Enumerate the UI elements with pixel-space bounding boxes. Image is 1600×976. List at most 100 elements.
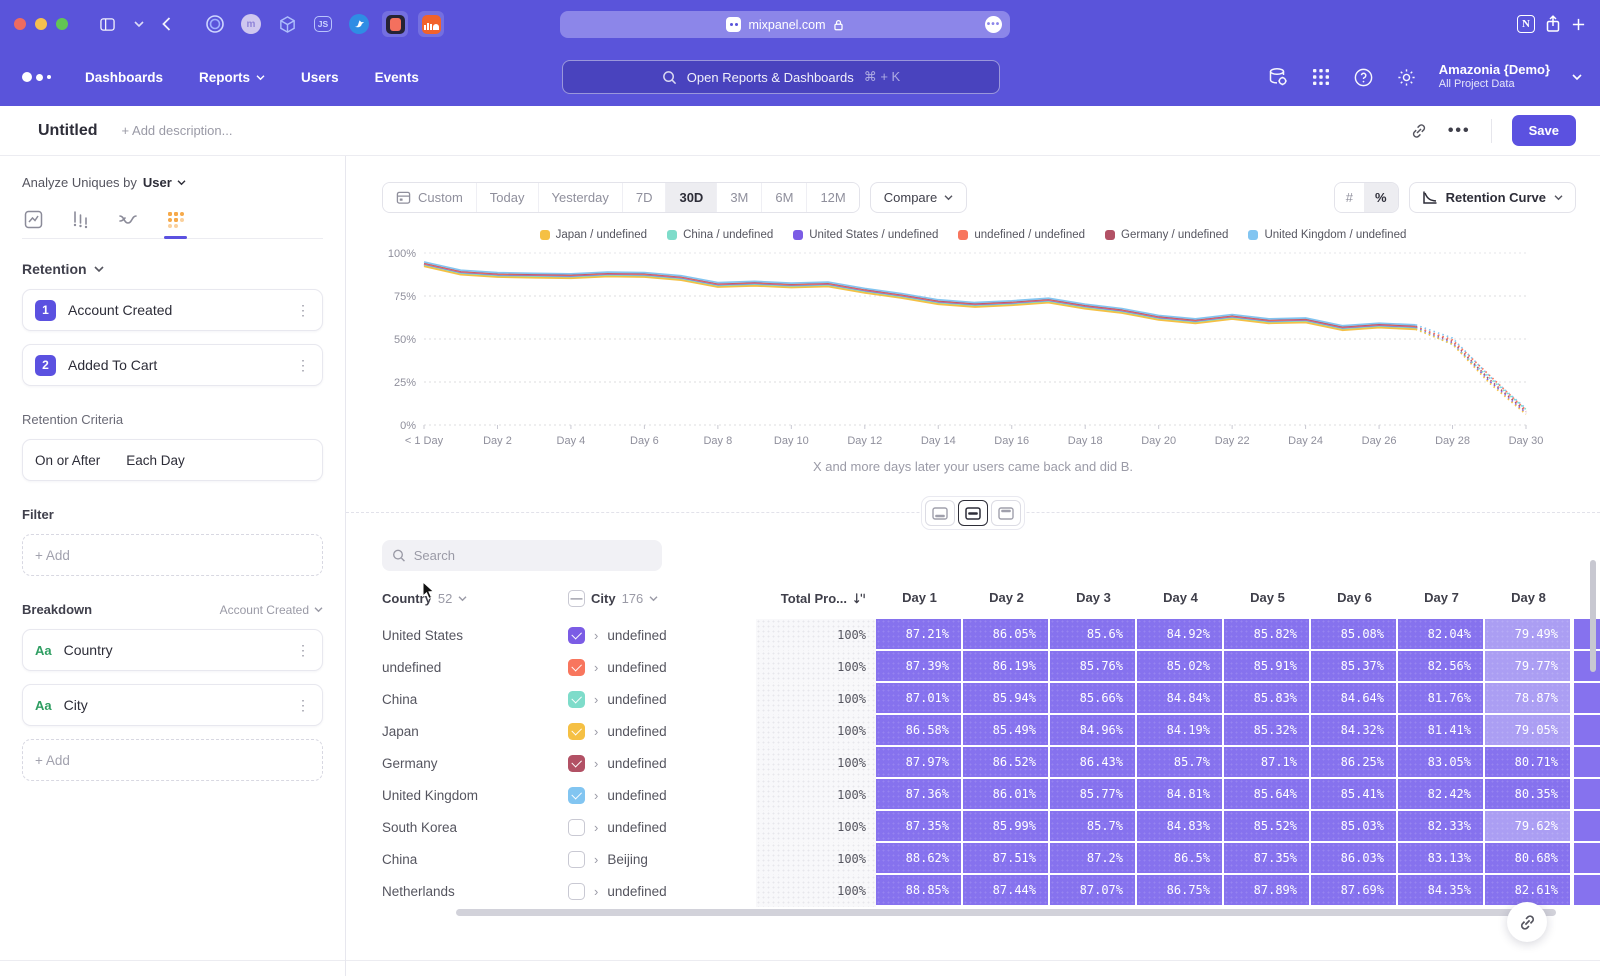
- share-icon[interactable]: [1545, 15, 1561, 33]
- layout-split-icon[interactable]: [958, 500, 988, 526]
- tab-funnels[interactable]: [71, 210, 90, 238]
- retention-value-cell[interactable]: 86.58%: [876, 715, 961, 747]
- breakdown-card-country[interactable]: Aa Country ⋮: [22, 629, 323, 671]
- retention-value-cell[interactable]: 87.44%: [963, 875, 1048, 907]
- retention-value-cell[interactable]: 85.6%: [1050, 619, 1135, 651]
- notion-extension-icon[interactable]: N: [1517, 15, 1535, 33]
- chart-type-dropdown[interactable]: Retention Curve: [1409, 182, 1576, 213]
- day-column-header[interactable]: Day 2: [963, 583, 1050, 613]
- retention-value-cell[interactable]: 85.08%: [1311, 619, 1396, 651]
- series-checkbox[interactable]: [568, 627, 585, 644]
- nav-dashboards[interactable]: Dashboards: [85, 70, 163, 85]
- analyze-entity-dropdown[interactable]: User: [143, 175, 186, 190]
- criteria-mode[interactable]: On or After: [35, 453, 100, 468]
- retention-value-cell[interactable]: 85.82%: [1224, 619, 1309, 651]
- horizontal-scrollbar[interactable]: [456, 909, 1556, 916]
- series-checkbox[interactable]: [568, 723, 585, 740]
- tab-insights[interactable]: [24, 210, 43, 238]
- retention-value-cell[interactable]: 82.04%: [1398, 619, 1483, 651]
- expand-row-icon[interactable]: ›: [594, 660, 598, 675]
- retention-value-cell[interactable]: 86.19%: [963, 651, 1048, 683]
- table-row[interactable]: South Korea›undefined100%87.35%85.99%85.…: [382, 811, 1600, 843]
- day-column-header[interactable]: Day 1: [876, 583, 963, 613]
- retention-value-cell[interactable]: 85.99%: [963, 811, 1048, 843]
- retention-value-cell[interactable]: 82.33%: [1398, 811, 1483, 843]
- expand-row-icon[interactable]: ›: [594, 692, 598, 707]
- series-checkbox[interactable]: [568, 755, 585, 772]
- nav-reports[interactable]: Reports: [199, 70, 265, 85]
- retention-value-cell[interactable]: 86.05%: [963, 619, 1048, 651]
- table-search-input[interactable]: [414, 548, 652, 563]
- range-yesterday[interactable]: Yesterday: [539, 183, 623, 212]
- mixpanel-logo-icon[interactable]: [22, 72, 51, 82]
- sidebar-toggle-icon[interactable]: [99, 17, 116, 32]
- table-row[interactable]: China›Beijing100%88.62%87.51%87.2%86.5%8…: [382, 843, 1600, 875]
- retention-value-cell[interactable]: 85.7%: [1050, 811, 1135, 843]
- day-column-header[interactable]: Day 8: [1485, 583, 1572, 613]
- apps-grid-icon[interactable]: [1311, 67, 1331, 87]
- retention-criteria-card[interactable]: On or AfterEach Day: [22, 439, 323, 481]
- expand-row-icon[interactable]: ›: [594, 788, 598, 803]
- retention-value-cell[interactable]: 85.77%: [1050, 779, 1135, 811]
- share-link-fab[interactable]: [1507, 902, 1547, 942]
- expand-row-icon[interactable]: ›: [594, 628, 598, 643]
- expand-row-icon[interactable]: ›: [594, 724, 598, 739]
- breakdown-scope-dropdown[interactable]: Account Created: [220, 603, 323, 617]
- pinned-tabs[interactable]: m JS: [197, 11, 449, 37]
- retention-value-cell[interactable]: 79.62%: [1485, 811, 1570, 843]
- retention-value-cell[interactable]: 87.69%: [1311, 875, 1396, 907]
- retention-value-cell[interactable]: 87.97%: [876, 747, 961, 779]
- legend-item[interactable]: China / undefined: [667, 229, 773, 241]
- window-controls[interactable]: [14, 18, 68, 30]
- table-row[interactable]: Germany›undefined100%87.97%86.52%86.43%8…: [382, 747, 1600, 779]
- retention-value-cell[interactable]: 79.49%: [1485, 619, 1570, 651]
- retention-value-cell[interactable]: 86.75%: [1137, 875, 1222, 907]
- retention-value-cell[interactable]: 82.56%: [1398, 651, 1483, 683]
- table-row[interactable]: United States›undefined100%87.21%86.05%8…: [382, 619, 1600, 651]
- layout-table-only-icon[interactable]: [991, 500, 1021, 526]
- retention-value-cell[interactable]: 86.5%: [1137, 843, 1222, 875]
- day-column-header[interactable]: Day 4: [1137, 583, 1224, 613]
- day-column-header[interactable]: Day 5: [1224, 583, 1311, 613]
- day-column-header[interactable]: Day 6: [1311, 583, 1398, 613]
- close-window-icon[interactable]: [14, 18, 26, 30]
- retention-value-cell[interactable]: 85.02%: [1137, 651, 1222, 683]
- retention-value-cell[interactable]: 88.85%: [876, 875, 961, 907]
- expand-row-icon[interactable]: ›: [594, 884, 598, 899]
- retention-value-cell[interactable]: 85.76%: [1050, 651, 1135, 683]
- breakdown-card-city[interactable]: Aa City ⋮: [22, 684, 323, 726]
- retention-value-cell[interactable]: 83.05%: [1398, 747, 1483, 779]
- step-card-1[interactable]: 1 Account Created ⋮: [22, 289, 323, 331]
- retention-value-cell[interactable]: 85.52%: [1224, 811, 1309, 843]
- range-custom[interactable]: Custom: [383, 183, 477, 212]
- retention-value-cell[interactable]: 84.92%: [1137, 619, 1222, 651]
- layout-chart-only-icon[interactable]: [925, 500, 955, 526]
- tab-retention[interactable]: [166, 210, 185, 238]
- expand-row-icon[interactable]: ›: [594, 756, 598, 771]
- range-7d[interactable]: 7D: [623, 183, 667, 212]
- series-checkbox[interactable]: [568, 691, 585, 708]
- retention-value-cell[interactable]: 86.03%: [1311, 843, 1396, 875]
- more-options-icon[interactable]: •••: [1448, 122, 1471, 140]
- series-checkbox[interactable]: [568, 819, 585, 836]
- retention-value-cell[interactable]: 85.7%: [1137, 747, 1222, 779]
- retention-value-cell[interactable]: 78.87%: [1485, 683, 1570, 715]
- zoom-window-icon[interactable]: [56, 18, 68, 30]
- m-avatar-icon[interactable]: m: [238, 11, 264, 37]
- retention-value-cell[interactable]: 87.36%: [876, 779, 961, 811]
- city-column-header[interactable]: — City176: [568, 583, 756, 613]
- settings-gear-icon[interactable]: [1396, 67, 1417, 88]
- retention-value-cell[interactable]: 87.1%: [1224, 747, 1309, 779]
- series-checkbox[interactable]: [568, 787, 585, 804]
- select-all-checkbox[interactable]: —: [568, 590, 585, 607]
- retention-value-cell[interactable]: 85.03%: [1311, 811, 1396, 843]
- step-card-2[interactable]: 2 Added To Cart ⋮: [22, 344, 323, 386]
- table-search[interactable]: [382, 540, 662, 571]
- help-icon[interactable]: [1353, 67, 1374, 88]
- series-checkbox[interactable]: [568, 851, 585, 868]
- expand-row-icon[interactable]: ›: [594, 852, 598, 867]
- cube-icon[interactable]: [274, 11, 300, 37]
- day-column-header[interactable]: Day 3: [1050, 583, 1137, 613]
- retention-value-cell[interactable]: 87.01%: [876, 683, 961, 715]
- target-icon[interactable]: [202, 11, 228, 37]
